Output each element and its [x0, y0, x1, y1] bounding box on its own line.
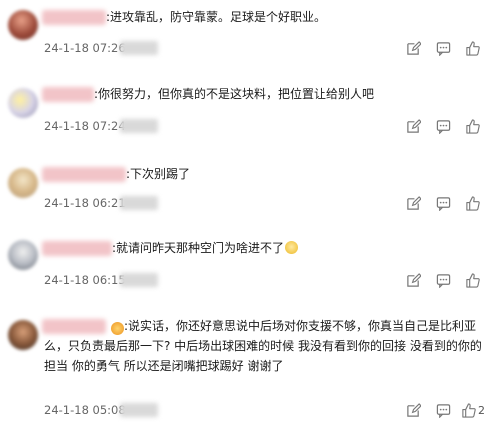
edit-icon	[406, 40, 421, 55]
username-blurred[interactable]	[42, 10, 106, 25]
comment-icon	[436, 273, 450, 288]
comment-text: :就请问昨天那种空门为啥进不了	[112, 238, 299, 258]
edit-button[interactable]	[398, 39, 428, 57]
thumbs-up-icon	[465, 118, 480, 134]
comment-item: :就请问昨天那种空门为啥进不了 24-1-18 06:15	[0, 236, 500, 296]
thumbs-up-icon	[465, 195, 480, 211]
comment-text: :你很努力，但你真的不是这块料，把位置让给别人吧	[94, 87, 375, 101]
comment-icon	[436, 119, 450, 134]
reply-button[interactable]	[428, 401, 458, 419]
comment-item: :你很努力，但你真的不是这块料，把位置让给别人吧 24-1-18 07:24	[0, 80, 500, 150]
timestamp: 24-1-18 05:08	[44, 403, 126, 417]
location-blurred	[120, 119, 158, 133]
comment-item: :下次别踢了 24-1-18 06:21	[0, 162, 500, 222]
avatar[interactable]	[8, 10, 38, 40]
like-button[interactable]: 2	[458, 401, 488, 419]
username-blurred[interactable]	[42, 87, 94, 102]
like-button[interactable]	[458, 117, 488, 135]
reply-button[interactable]	[428, 271, 458, 289]
face-emoji-icon	[285, 241, 299, 254]
comment-text: :说实话，你还好意思说中后场对你支援不够，你真当自己是比利亚么，只负责最后那一下…	[44, 319, 482, 373]
comment-icon	[436, 196, 450, 211]
like-button[interactable]	[458, 39, 488, 57]
username-blurred[interactable]	[42, 167, 126, 182]
edit-button[interactable]	[398, 117, 428, 135]
like-count: 2	[478, 403, 485, 417]
edit-icon	[406, 195, 421, 210]
location-blurred	[120, 403, 158, 417]
edit-button[interactable]	[398, 271, 428, 289]
comment-actions	[398, 194, 488, 212]
timestamp: 24-1-18 07:24	[44, 119, 126, 133]
reply-button[interactable]	[428, 39, 458, 57]
username-blurred[interactable]	[42, 241, 112, 256]
avatar[interactable]	[8, 168, 38, 198]
like-button[interactable]	[458, 271, 488, 289]
comment-actions	[398, 117, 488, 135]
edit-icon	[406, 402, 421, 417]
comment-icon	[436, 41, 450, 56]
comment-text-body: :就请问昨天那种空门为啥进不了	[112, 241, 285, 255]
comment-item: :进攻靠乱，防守靠蒙。足球是个好职业。 24-1-18 07:26	[0, 0, 500, 70]
reply-button[interactable]	[428, 117, 458, 135]
avatar[interactable]	[8, 240, 38, 270]
thumbs-up-icon	[462, 402, 476, 418]
comment-item: :说实话，你还好意思说中后场对你支援不够，你真当自己是比利亚么，只负责最后那一下…	[0, 312, 500, 432]
thumbs-up-icon	[465, 272, 480, 288]
timestamp: 24-1-18 07:26	[44, 41, 126, 55]
edit-button[interactable]	[398, 194, 428, 212]
edit-icon	[406, 118, 421, 133]
location-blurred	[120, 273, 158, 287]
like-button[interactable]	[458, 194, 488, 212]
comment-text: :进攻靠乱，防守靠蒙。足球是个好职业。	[106, 10, 327, 24]
location-blurred	[120, 41, 158, 55]
edit-button[interactable]	[398, 401, 428, 419]
edit-icon	[406, 272, 421, 287]
avatar[interactable]	[8, 88, 38, 118]
avatar[interactable]	[8, 320, 38, 350]
timestamp: 24-1-18 06:21	[44, 196, 126, 210]
reply-button[interactable]	[428, 194, 458, 212]
timestamp: 24-1-18 06:15	[44, 273, 126, 287]
comment-actions	[398, 271, 488, 289]
comment-actions	[398, 39, 488, 57]
location-blurred	[120, 196, 158, 210]
comment-text: :下次别踢了	[126, 167, 191, 181]
comment-icon	[436, 403, 450, 418]
comment-actions: 2	[398, 401, 488, 419]
thumbs-up-icon	[465, 40, 480, 56]
